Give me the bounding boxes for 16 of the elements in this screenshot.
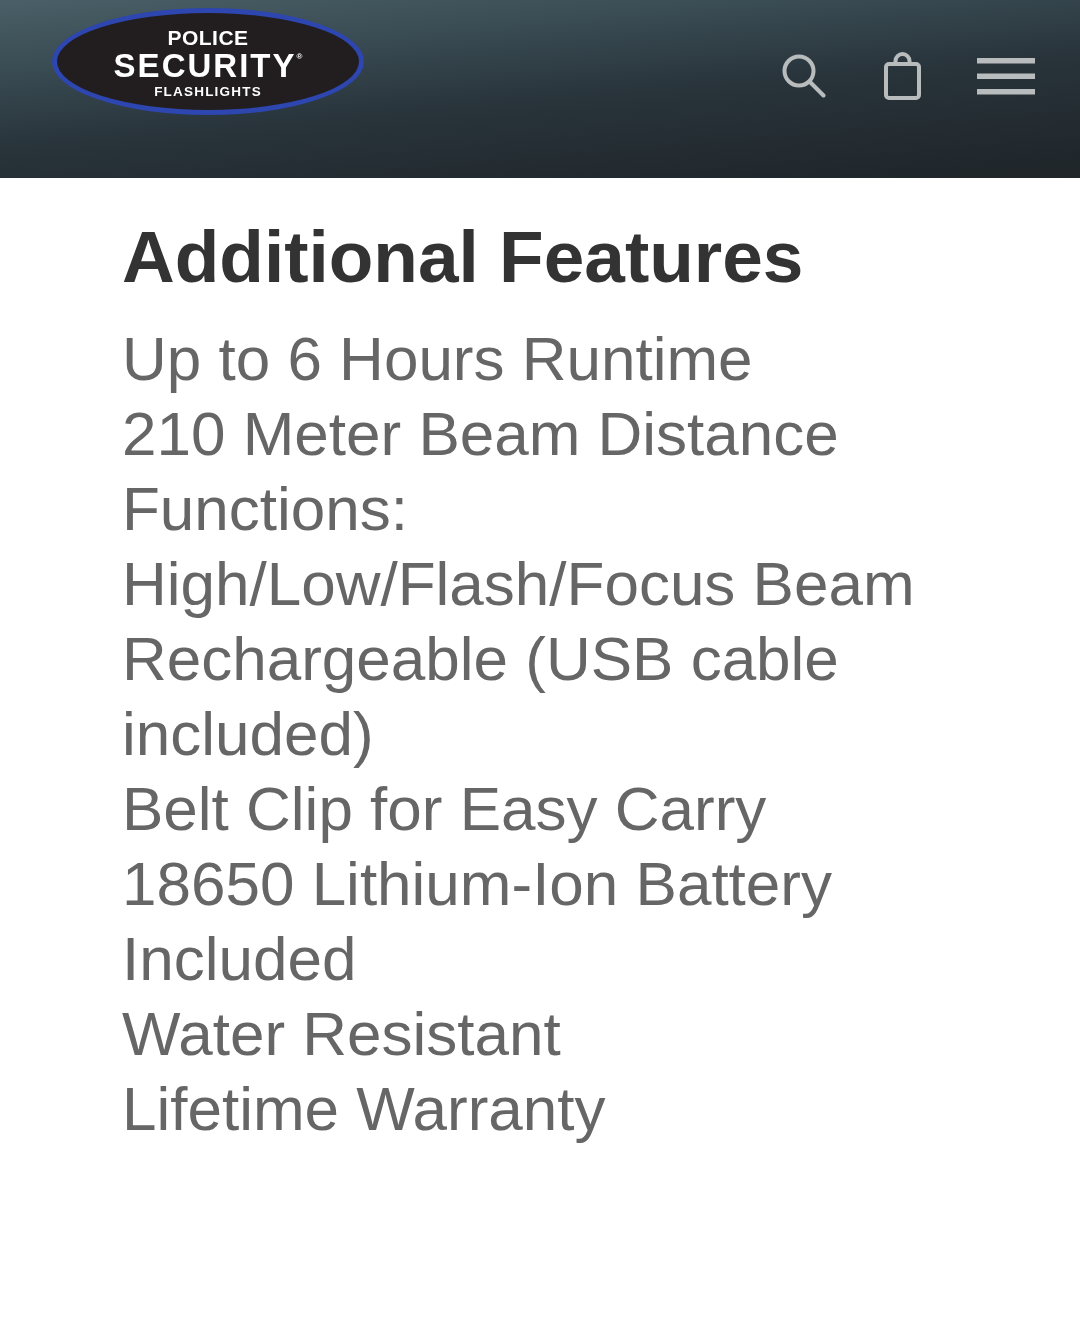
feature-text: Lifetime Warranty — [122, 1072, 607, 1145]
feature-text: Functions: High/Low/Flash/Focus Beam — [122, 472, 916, 620]
feature-text: 210 Meter Beam Distance — [122, 397, 840, 470]
logo-text: POLICE — [167, 26, 249, 48]
section-heading: Additional Features — [122, 215, 805, 299]
logo[interactable]: POLICE SECURITY$^{®}$ FLASHLIGHTS — [52, 8, 364, 115]
menu-icon[interactable] — [977, 57, 1035, 95]
feature-text: Water Resistant — [122, 997, 562, 1070]
feature-text: 18650 Lithium-Ion Battery Included — [122, 847, 833, 995]
shopping-bag-icon[interactable] — [884, 52, 921, 100]
feature-text: Rechargeable (USB cable included) — [122, 622, 840, 770]
logo-text: FLASHLIGHTS — [154, 84, 262, 99]
logo-text: SECURITY$^{®}$ — [113, 48, 303, 82]
search-icon[interactable] — [782, 54, 826, 98]
feature-text: Up to 6 Hours Runtime — [122, 322, 754, 395]
feature-text: Belt Clip for Easy Carry — [122, 772, 768, 845]
